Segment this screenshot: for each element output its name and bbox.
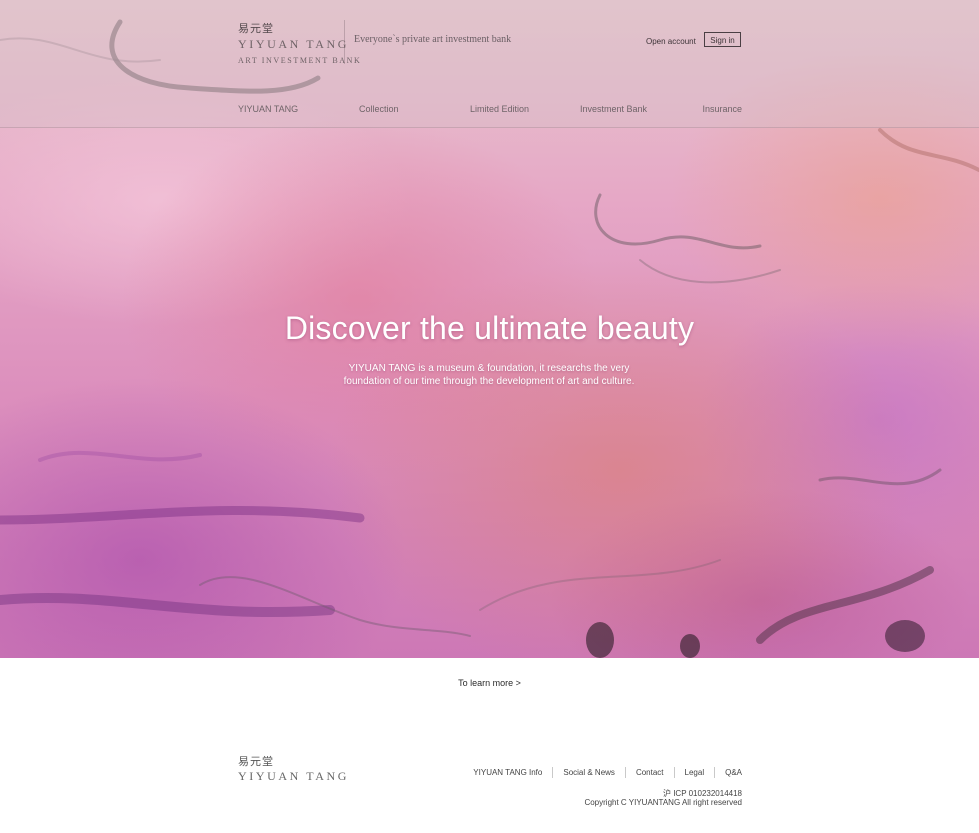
footer-links: YIYUAN TANG Info Social & News Contact L… (473, 767, 742, 778)
main-nav: YIYUAN TANG Collection Limited Edition I… (238, 104, 742, 116)
copyright-notice: Copyright C YIYUANTANG All right reserve… (584, 798, 742, 807)
hero-title: Discover the ultimate beauty (284, 310, 695, 346)
logo-divider (344, 20, 345, 64)
footer-link-qa[interactable]: Q&A (714, 767, 742, 778)
brand-subtitle: ART INVESTMENT BANK (238, 56, 362, 65)
footer-link-legal[interactable]: Legal (673, 767, 715, 778)
brand-name-cn: 易元堂 (238, 22, 274, 35)
nav-item-collection[interactable]: Collection (359, 104, 399, 114)
nav-item-investment-bank[interactable]: Investment Bank (580, 104, 647, 114)
footer-logo-en: YIYUAN TANG (238, 769, 350, 783)
open-account-link[interactable]: Open account (646, 37, 696, 46)
brand-tagline: Everyone`s private art investment bank (354, 34, 512, 45)
brand-logo[interactable]: 易元堂 YIYUAN TANG ART INVESTMENT BANK (238, 22, 361, 65)
nav-item-limited-edition[interactable]: Limited Edition (470, 104, 529, 114)
learn-more-link[interactable]: To learn more > (0, 678, 979, 688)
footer-logo[interactable]: 易元堂 YIYUAN TANG (238, 755, 349, 784)
page: 易元堂 YIYUAN TANG ART INVESTMENT BANK Ever… (0, 0, 979, 833)
hero-description: YIYUAN TANG is a museum & foundation, it… (343, 363, 635, 387)
nav-item-insurance[interactable]: Insurance (702, 104, 742, 114)
footer-link-contact[interactable]: Contact (624, 767, 674, 778)
sign-in-button[interactable]: Sign in (704, 32, 741, 47)
site-header: 易元堂 YIYUAN TANG ART INVESTMENT BANK Ever… (0, 0, 979, 128)
footer-link-info[interactable]: YIYUAN TANG Info (473, 767, 552, 778)
brand-name-en: YIYUAN TANG (238, 37, 350, 51)
footer-link-social-news[interactable]: Social & News (552, 767, 625, 778)
footer-logo-cn: 易元堂 (238, 755, 274, 768)
nav-item-yiyuan-tang[interactable]: YIYUAN TANG (238, 104, 298, 114)
